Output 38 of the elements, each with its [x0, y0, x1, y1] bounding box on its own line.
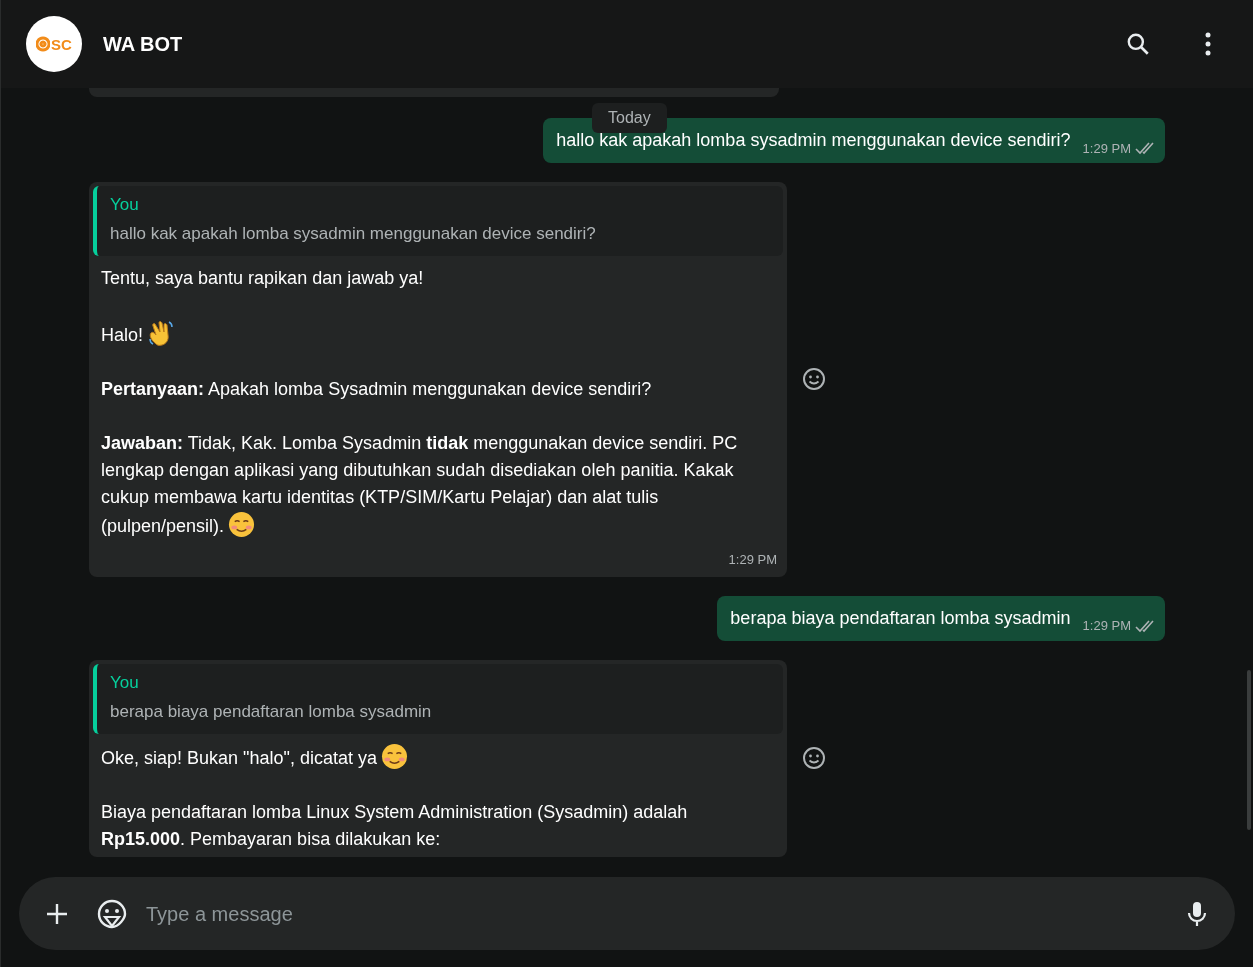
- quote-author: You: [110, 194, 140, 216]
- react-button[interactable]: [801, 366, 827, 393]
- sticker-button[interactable]: [96, 897, 128, 930]
- quoted-message[interactable]: You berapa biaya pendaftaran lomba sysadmin: [93, 663, 783, 734]
- message-paragraph: Jawaban: Tidak, Kak. Lomba Sysadmin tidak menggunakan device sendiri. PC lengkap dengan aplikasi yang dibutuhkan sudah disediakan oleh panitia. Kakak cukup membawa kartu identitas (KTP/SIM/Kartu Pelajar) dan alat tulis (pulpen/pensil).: [101, 432, 739, 540]
- smiley-icon: [802, 367, 826, 392]
- menu-icon: [1205, 32, 1211, 56]
- quote-text: berapa biaya pendaftaran lomba sysadmin: [110, 700, 433, 723]
- incoming-message[interactable]: You berapa biaya pendaftaran lomba sysadmin Oke, siap! Bukan "halo", dicatat ya Biaya pendaftaran lomba Linux System Administration (Sysadmin) adalah Rp15.000. Pembayaran bisa dilakukan ke:: [89, 659, 787, 857]
- ring-logo-icon: [36, 36, 51, 52]
- message-paragraph: Tentu, saya bantu rapikan dan jawab ya!: [101, 267, 425, 290]
- message-composer[interactable]: Type a message: [19, 877, 1235, 950]
- message-time: 1:29 PM: [1082, 617, 1131, 635]
- message-text: berapa biaya pendaftaran lomba sysadmin: [730, 606, 1071, 630]
- incoming-message[interactable]: [89, 182, 787, 577]
- quote-text: hallo kak apakah lomba sysadmin menggunakan device sendiri?: [110, 223, 597, 245]
- react-button[interactable]: [801, 745, 827, 771]
- message-paragraph: Biaya pendaftaran lomba Linux System Administration (Sysadmin) adalah Rp15.000. Pembayaran bisa dilakukan ke:: [101, 800, 689, 851]
- waving-hand-icon: [147, 319, 176, 347]
- message-paragraph: Oke, siap! Bukan "halo", dicatat ya: [101, 742, 775, 772]
- message-paragraph: Pertanyaan: Apakah lomba Sysadmin menggunakan device sendiri?: [101, 378, 653, 401]
- smiling-face-icon: [380, 742, 408, 770]
- sticker-icon: [97, 898, 127, 929]
- logo-text: SC: [51, 36, 72, 52]
- message-time: 1:29 PM: [728, 551, 777, 569]
- message-time: 1:29 PM: [1082, 139, 1131, 158]
- search-icon: [1125, 31, 1151, 57]
- date-chip: Today: [592, 103, 667, 133]
- scrollbar[interactable]: [1247, 670, 1251, 830]
- microphone-icon: [1187, 900, 1207, 927]
- quoted-message[interactable]: You hallo kak apakah lomba sysadmin menggunakan device sendiri?: [93, 186, 783, 256]
- smiling-face-icon: [228, 511, 256, 538]
- chat-title: WA BOT: [103, 32, 183, 57]
- outgoing-message[interactable]: berapa biaya pendaftaran lomba sysadmin 1:29 PM: [717, 595, 1165, 641]
- quote-author: You: [110, 671, 140, 694]
- plus-icon: [46, 902, 68, 925]
- message-paragraph: Halo!: [101, 319, 775, 349]
- smiley-icon: [802, 746, 826, 770]
